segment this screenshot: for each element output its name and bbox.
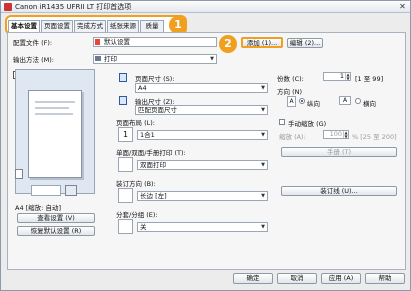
preview-caption: A4 [缩放: 自动] xyxy=(15,204,61,212)
finishing-label: 分套/分组 (E): xyxy=(116,211,158,219)
edit-profile-button[interactable]: 编辑 (2)... xyxy=(287,38,323,48)
printer-app-icon xyxy=(4,3,12,11)
view-settings-button[interactable]: 查看设置 (V) xyxy=(17,213,95,223)
preview-paper xyxy=(28,90,82,178)
print-style-label: 单面/双面/手册打印 (T): xyxy=(116,149,186,157)
output-method-label: 输出方法 (M): xyxy=(13,56,54,64)
profile-value: 默认设置 xyxy=(104,38,130,46)
binding-edge-icon xyxy=(118,188,133,203)
profile-icon xyxy=(95,39,100,45)
chevron-down-icon: ▼ xyxy=(261,224,265,230)
restore-defaults-button[interactable]: 恢复默认设置 (R) xyxy=(17,226,95,236)
spinner-arrows-icon[interactable]: ▲ ▼ xyxy=(345,73,350,80)
output-size-icon xyxy=(119,96,127,105)
orientation-label: 方向 (N) xyxy=(277,88,303,96)
tab-paper-source[interactable]: 纸张来源 xyxy=(107,20,139,32)
binding-location-label: 装订方向 (B): xyxy=(116,180,156,188)
apply-button[interactable]: 应用 (A) xyxy=(321,273,361,284)
page-layout-select[interactable]: 1合1 ▼ xyxy=(137,130,268,140)
page-layout-value: 1合1 xyxy=(140,131,155,139)
scale-value: 100 xyxy=(329,130,342,138)
copies-label: 份数 (C): xyxy=(277,75,304,83)
chevron-down-icon: ▼ xyxy=(261,132,265,138)
copies-stack-icon xyxy=(15,169,23,179)
landscape-label: 横向 xyxy=(363,100,376,108)
output-size-select[interactable]: 匹配页面尺寸 ▼ xyxy=(135,105,268,115)
chevron-down-icon: ▼ xyxy=(261,107,265,113)
manual-scaling-label: 手动缩放 (G) xyxy=(288,120,327,128)
landscape-icon: A xyxy=(339,96,351,105)
page-preview xyxy=(15,69,95,194)
binding-location-select[interactable]: 长边 [左] ▼ xyxy=(137,191,268,201)
tab-finishing[interactable]: 完成方式 xyxy=(74,20,106,32)
print-style-select[interactable]: 双面打印 ▼ xyxy=(137,160,268,170)
page-size-icon xyxy=(119,73,127,82)
add-profile-button[interactable]: 添加 (1)... xyxy=(241,37,283,48)
help-button[interactable]: 帮助 xyxy=(365,273,405,284)
tab-basic-settings[interactable]: 基本设置 xyxy=(8,20,40,32)
chevron-down-icon: ▼ xyxy=(261,193,265,199)
manual-scaling-checkbox[interactable] xyxy=(279,119,285,125)
binding-location-value: 长边 [左] xyxy=(140,192,167,200)
watermark-button[interactable]: 手册 (T) xyxy=(281,147,397,157)
page-layout-icon: 1 xyxy=(118,127,133,142)
preview-line xyxy=(35,107,69,109)
window-title: Canon iR1435 UFRII LT 打印首选项 xyxy=(15,3,132,11)
gutter-button[interactable]: 装订线 (U)... xyxy=(281,186,397,196)
print-style-value: 双面打印 xyxy=(140,161,166,169)
duplex-icon xyxy=(118,157,133,172)
close-icon[interactable]: ✕ xyxy=(397,1,408,12)
tab-quality[interactable]: 质量 xyxy=(140,20,164,32)
finishing-value: 关 xyxy=(140,223,147,231)
profile-select[interactable]: 默认设置 xyxy=(93,37,217,47)
scale-range: % [25 至 200] xyxy=(352,133,397,141)
preview-line xyxy=(35,113,73,115)
tab-page-setup[interactable]: 页面设置 xyxy=(41,20,73,32)
portrait-icon: A xyxy=(287,96,296,107)
preview-line xyxy=(35,101,75,103)
spinner-arrows-icon[interactable]: ▲ ▼ xyxy=(343,131,348,138)
callout-badge-2: 2 xyxy=(219,35,237,53)
chevron-down-icon: ▼ xyxy=(210,56,214,62)
finishing-select[interactable]: 关 ▼ xyxy=(137,222,268,232)
title-bar: Canon iR1435 UFRII LT 打印首选项 ✕ xyxy=(1,1,410,13)
scale-input[interactable]: 100 ▲ ▼ xyxy=(323,130,349,139)
duplex-preview-icon xyxy=(31,185,61,196)
printer-status-icon xyxy=(65,185,77,196)
chevron-down-icon: ▼ xyxy=(261,85,265,91)
cancel-button[interactable]: 取消 xyxy=(277,273,317,284)
landscape-radio[interactable] xyxy=(355,98,361,104)
printer-preferences-window: Canon iR1435 UFRII LT 打印首选项 ✕ 基本设置 页面设置 … xyxy=(0,0,411,291)
ok-button[interactable]: 确定 xyxy=(233,273,273,284)
page-size-label: 页面尺寸 (S): xyxy=(135,75,175,83)
printer-icon xyxy=(95,56,101,61)
page-size-value: A4 xyxy=(138,84,147,92)
output-size-value: 匹配页面尺寸 xyxy=(138,106,177,114)
collate-icon xyxy=(118,219,133,234)
copies-range: [1 至 99] xyxy=(355,75,384,83)
portrait-label: 纵向 xyxy=(307,100,320,108)
page-layout-label: 页面布局 (L): xyxy=(116,119,155,127)
chevron-down-icon: ▼ xyxy=(261,162,265,168)
portrait-radio[interactable] xyxy=(299,98,305,104)
copies-input[interactable]: 1 ▲ ▼ xyxy=(323,72,351,81)
profile-label: 配置文件 (F): xyxy=(13,39,53,47)
scale-label: 缩放 (A): xyxy=(279,133,306,141)
page-size-select[interactable]: A4 ▼ xyxy=(135,83,268,93)
output-method-select[interactable]: 打印 ▼ xyxy=(93,54,217,64)
copies-value: 1 xyxy=(339,72,344,80)
